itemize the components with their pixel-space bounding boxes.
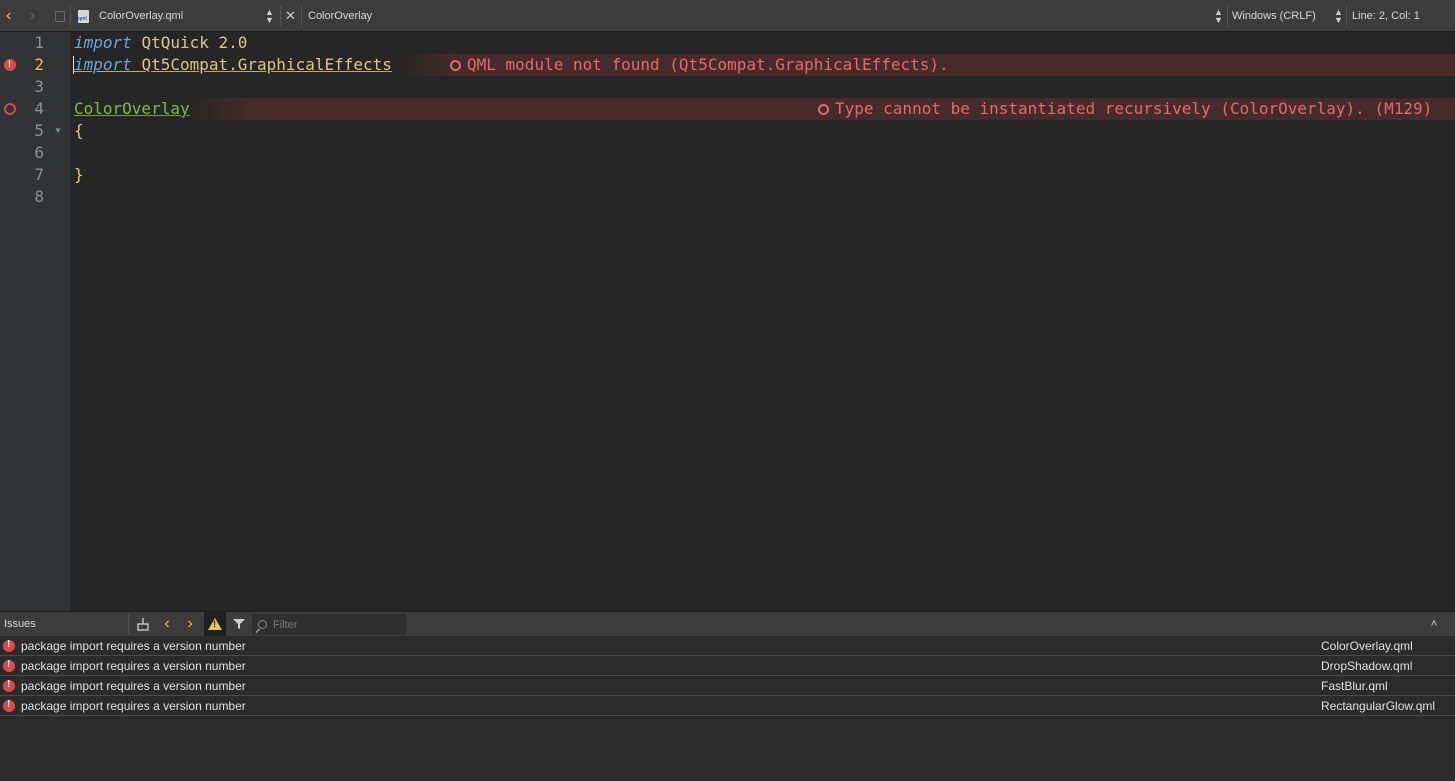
issue-message: package import requires a version number (21, 678, 246, 693)
funnel-icon (233, 619, 245, 629)
line-number: 6 (34, 143, 44, 162)
issue-file: ColorOverlay.qml (1321, 638, 1413, 653)
text-cursor (73, 56, 74, 74)
toolbar-divider (70, 6, 71, 26)
issue-message: package import requires a version number (21, 658, 246, 673)
line-number: 3 (34, 77, 44, 96)
cursor-position: Line: 2, Col: 1 (1352, 10, 1420, 22)
toolbar-divider (1227, 6, 1228, 26)
issue-file: FastBlur.qml (1321, 678, 1388, 693)
chevron-left-icon: ‹ (6, 7, 12, 24)
issue-row[interactable]: package import requires a version number… (0, 656, 1455, 676)
issues-list[interactable]: package import requires a version number… (0, 636, 1455, 781)
broom-icon (137, 618, 149, 631)
keyword-import: import (74, 55, 132, 74)
chevron-right-icon: › (30, 7, 36, 24)
toolbar-divider (128, 614, 129, 634)
lock-button[interactable] (55, 0, 65, 32)
qml-file-icon (78, 9, 89, 23)
error-marker-icon[interactable] (4, 59, 16, 71)
issue-file: RectangularGlow.qml (1321, 698, 1436, 713)
file-selector[interactable]: ColorOverlay.qml ▲▼ (78, 0, 278, 32)
keyword-import: import (74, 33, 132, 52)
error-icon (3, 639, 15, 652)
fold-arrow-icon[interactable]: ▼ (54, 126, 62, 135)
warning-icon (208, 618, 222, 630)
file-name: ColorOverlay.qml (99, 10, 184, 22)
error-icon (3, 699, 15, 712)
previous-issue-button[interactable]: ‹ (158, 612, 176, 636)
code-line-5[interactable]: { (74, 120, 84, 142)
line-number: 7 (34, 165, 44, 184)
issues-title: Issues (4, 618, 36, 630)
updown-arrows-icon: ▲ ▼ (265, 7, 274, 25)
line-number: 5 (34, 121, 44, 140)
error-icon (3, 679, 15, 692)
search-icon (258, 620, 267, 629)
diagnostic-text: Type cannot be instantiated recursively … (835, 99, 1433, 118)
back-button[interactable]: ‹ (6, 0, 11, 32)
close-brace: } (74, 165, 84, 184)
error-ring-marker-icon[interactable] (4, 103, 16, 115)
module-name: Qt5Compat.GraphicalEffects (141, 55, 392, 74)
code-editor[interactable]: import QtQuick 2.0 import Qt5Compat.Grap… (70, 32, 1455, 611)
issue-message: package import requires a version number (21, 638, 246, 653)
diagnostic-message: Type cannot be instantiated recursively … (818, 98, 1432, 120)
code-line-1[interactable]: import QtQuick 2.0 (74, 32, 247, 54)
module-name: QtQuick 2.0 (141, 33, 248, 52)
line-number: 1 (34, 33, 44, 52)
next-issue-button[interactable]: › (181, 612, 199, 636)
open-brace: { (74, 121, 84, 140)
toolbar-divider (301, 6, 302, 26)
line-number-current: 2 (34, 55, 44, 74)
updown-arrows-icon: ▲ ▼ (1214, 7, 1223, 25)
code-line-2[interactable]: import Qt5Compat.GraphicalEffects (74, 54, 392, 76)
forward-button[interactable]: › (30, 0, 35, 32)
line-number: 4 (34, 99, 44, 118)
editor-toolbar: ‹ › ColorOverlay.qml ▲▼ ✕ ColorOverlay ▲… (0, 0, 1455, 32)
code-line-4[interactable]: ColorOverlay (74, 98, 190, 120)
symbol-selector[interactable]: ColorOverlay ▲ ▼ (308, 0, 1223, 32)
chevron-up-icon: ˄ (1430, 618, 1438, 630)
maximize-pane-button[interactable]: ˄ (1426, 612, 1442, 636)
code-line-7[interactable]: } (74, 164, 84, 186)
filter-input[interactable] (271, 617, 395, 632)
clean-issues-button[interactable] (134, 612, 152, 636)
issues-filter[interactable] (252, 614, 406, 635)
cursor-position-button[interactable]: Line: 2, Col: 1 (1352, 0, 1420, 32)
issue-file: DropShadow.qml (1321, 658, 1413, 673)
type-name: ColorOverlay (74, 99, 190, 118)
close-document-button[interactable]: ✕ (285, 0, 296, 32)
updown-arrows-icon: ▲ ▼ (1334, 7, 1343, 25)
line-number-gutter[interactable]: 1 2 3 4 5 ▼ 6 7 8 (0, 32, 70, 611)
diagnostic-message: QML module not found (Qt5Compat.Graphica… (450, 54, 949, 76)
error-ring-icon (450, 59, 461, 71)
filter-categories-button[interactable] (230, 612, 248, 636)
lock-icon (55, 10, 65, 22)
toolbar-divider (1346, 6, 1347, 26)
symbol-name: ColorOverlay (308, 10, 373, 22)
close-icon: ✕ (285, 8, 296, 23)
issue-row[interactable]: package import requires a version number… (0, 696, 1455, 716)
error-ring-icon (818, 103, 829, 115)
issue-row[interactable]: package import requires a version number… (0, 636, 1455, 656)
issues-pane-header: Issues ‹ › ˄ (0, 611, 1455, 636)
diagnostic-text: QML module not found (Qt5Compat.Graphica… (467, 55, 949, 74)
issue-message: package import requires a version number (21, 698, 246, 713)
line-endings-selector[interactable]: Windows (CRLF) ▲ ▼ (1232, 0, 1343, 32)
line-endings: Windows (CRLF) (1232, 10, 1316, 22)
line-number: 8 (34, 187, 44, 206)
show-warnings-toggle[interactable] (204, 612, 226, 636)
error-icon (3, 659, 15, 672)
issue-row[interactable]: package import requires a version number… (0, 676, 1455, 696)
toolbar-divider (280, 6, 281, 26)
